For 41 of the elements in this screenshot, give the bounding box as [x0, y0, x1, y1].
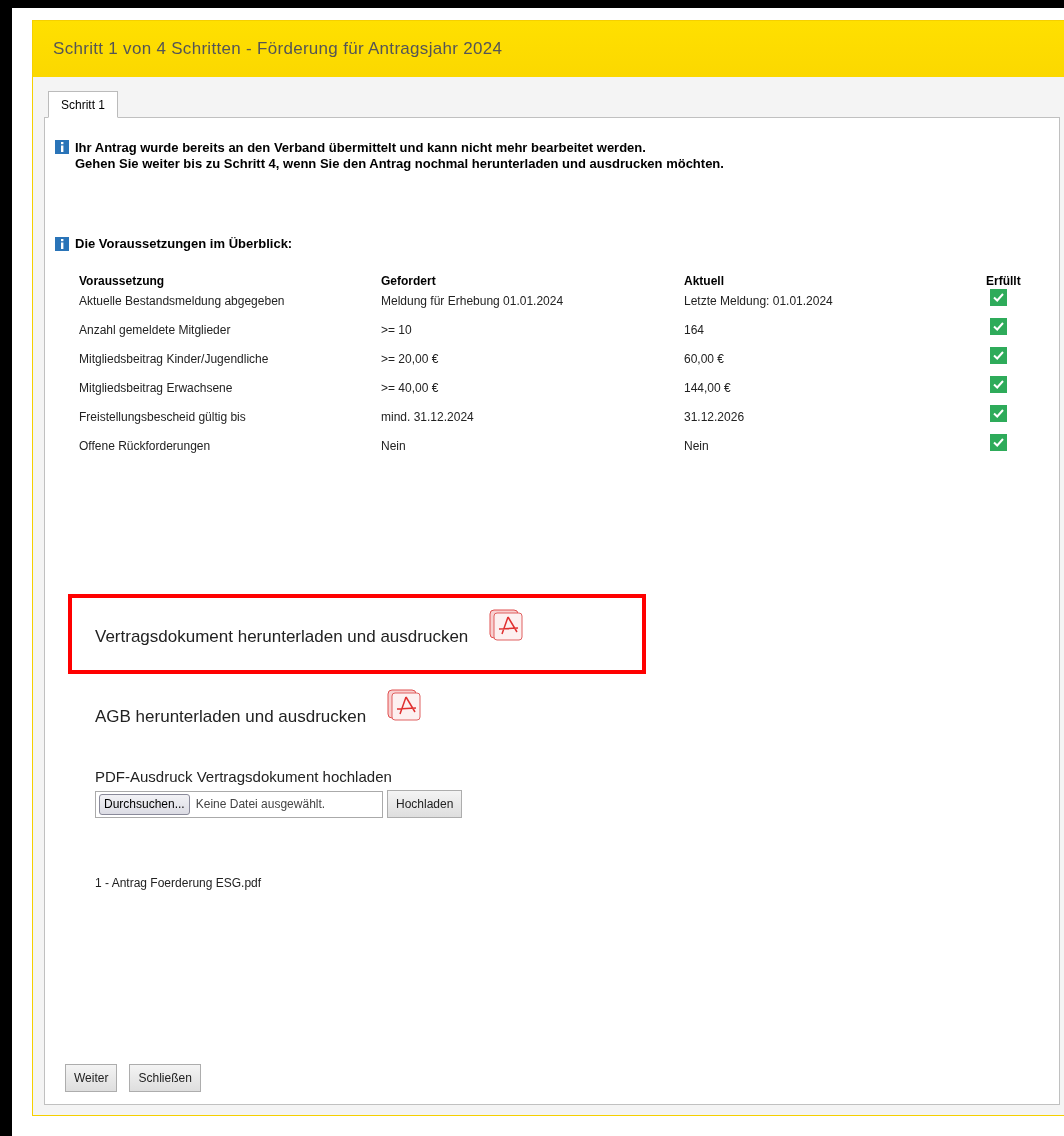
dialog-button[interactable]: Weiter: [65, 1064, 118, 1092]
table-cell-text: >= 40,00 €: [381, 379, 440, 397]
table-cell-text: >= 10: [381, 321, 413, 339]
table-cell-text: Meldung für Erhebung 01.01.2024: [381, 292, 565, 310]
column-header: Gefordert: [381, 272, 437, 290]
section-heading: Die Voraussetzungen im Überblick:: [75, 235, 293, 253]
info-icon: [55, 236, 69, 251]
column-header: Voraussetzung: [79, 272, 166, 290]
column-header: Erfüllt: [986, 272, 1022, 290]
table-cell-text: Nein: [381, 437, 407, 455]
file-input[interactable]: Durchsuchen... Keine Datei ausgewählt.: [95, 790, 383, 818]
table-cell-text: Aktuelle Bestandsmeldung abgegeben: [79, 292, 286, 310]
info-icon: [55, 140, 69, 154]
table-cell-text: Mitgliedsbeitrag Erwachsene: [79, 379, 234, 397]
table-cell-text: Nein: [684, 437, 710, 455]
dialog-button[interactable]: Schließen: [129, 1064, 201, 1092]
table-cell-text: Offene Rückforderungen: [79, 437, 212, 455]
upload-label: PDF-Ausdruck Vertragsdokument hochladen: [95, 766, 393, 787]
notice-text: Gehen Sie weiter bis zu Schritt 4, wenn Sie den Antrag nochmal herunterladen und ausdrucken möchten.: [75, 156, 724, 172]
table-cell-text: Freistellungsbescheid gültig bis: [79, 408, 247, 426]
table-cell-text: >= 20,00 €: [381, 350, 440, 368]
uploaded-file: 1 - Antrag Foerderung ESG.pdf: [95, 875, 263, 892]
notice-text: Ihr Antrag wurde bereits an den Verband übermittelt und kann nicht mehr bearbeitet werden.: [75, 140, 647, 156]
pdf-icon[interactable]: [386, 687, 423, 722]
upload-button[interactable]: Hochladen: [387, 790, 463, 818]
table-cell-text: Anzahl gemeldete Mitglieder: [79, 321, 232, 339]
table-cell-text: 164: [684, 321, 706, 339]
table-cell-text: Letzte Meldung: 01.01.2024: [684, 292, 834, 310]
table-cell-text: mind. 31.12.2024: [381, 408, 475, 426]
pdf-icon[interactable]: [488, 607, 525, 642]
table-cell-text: 60,00 €: [684, 350, 726, 368]
table-cell-text: 144,00 €: [684, 379, 732, 397]
window-title: Schritt 1 von 4 Schritten - Förderung für Antragsjahr 2024: [53, 38, 503, 61]
table-cell-text: 31.12.2026: [684, 408, 746, 426]
tab[interactable]: Schritt 1: [48, 91, 118, 118]
file-status: Keine Datei ausgewählt.: [195, 796, 326, 813]
download-link[interactable]: Vertragsdokument herunterladen und ausdrucken: [95, 623, 469, 650]
download-link[interactable]: AGB herunterladen und ausdrucken: [95, 703, 367, 730]
table-cell-text: Mitgliedsbeitrag Kinder/Jugendliche: [79, 350, 270, 368]
column-header: Aktuell: [684, 272, 725, 290]
browse-button[interactable]: Durchsuchen...: [99, 793, 190, 815]
